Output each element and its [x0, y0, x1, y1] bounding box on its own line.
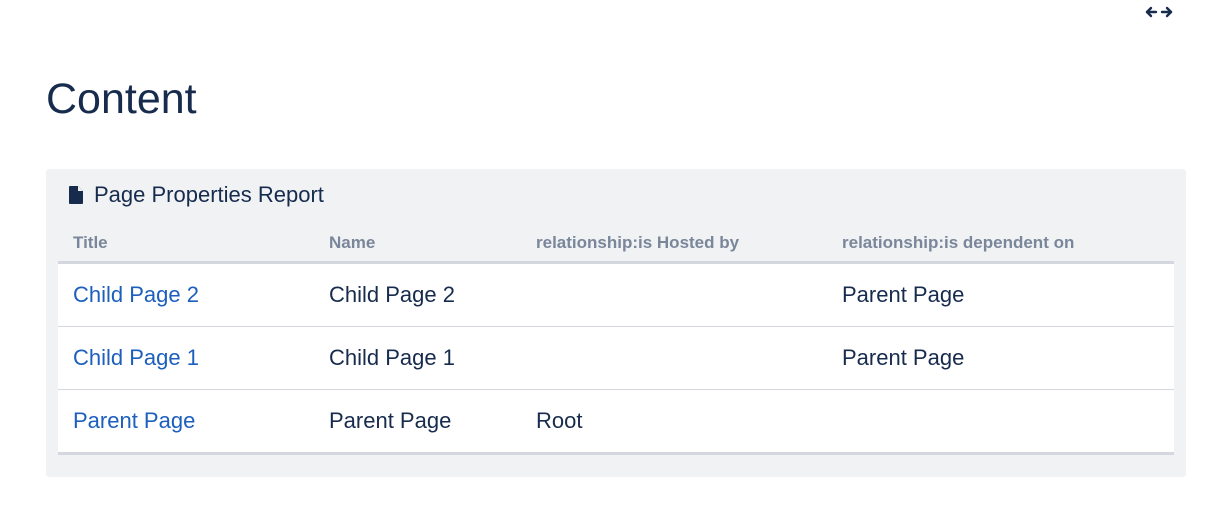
table-row: Parent Page Parent Page Root: [58, 389, 1174, 455]
page-link[interactable]: Child Page 1: [73, 345, 199, 370]
report-header: Page Properties Report: [68, 179, 324, 211]
title-cell: Parent Page: [58, 389, 314, 455]
hosted-by-cell: Root: [521, 389, 827, 455]
table-row: Child Page 1 Child Page 1 Parent Page: [58, 326, 1174, 390]
document-icon: [68, 186, 84, 204]
page-link[interactable]: Child Page 2: [73, 282, 199, 307]
hosted-by-cell: [521, 326, 827, 390]
page-properties-report: Page Properties Report Title Name relati…: [46, 169, 1186, 477]
report-title: Page Properties Report: [94, 182, 324, 207]
name-cell: Child Page 1: [314, 326, 521, 390]
table-header-row: Title Name relationship:is Hosted by rel…: [58, 225, 1174, 264]
page-link[interactable]: Parent Page: [73, 408, 195, 433]
name-cell: Child Page 2: [314, 262, 521, 327]
column-header-title[interactable]: Title: [58, 225, 314, 264]
title-cell: Child Page 2: [58, 262, 314, 327]
name-cell: Parent Page: [314, 389, 521, 455]
column-header-hosted-by[interactable]: relationship:is Hosted by: [521, 225, 827, 264]
title-cell: Child Page 1: [58, 326, 314, 390]
dependent-on-cell: [827, 389, 1174, 455]
dependent-on-cell: Parent Page: [827, 326, 1174, 390]
expand-width-icon[interactable]: [1145, 3, 1173, 21]
column-header-name[interactable]: Name: [314, 225, 521, 264]
hosted-by-cell: [521, 262, 827, 327]
dependent-on-cell: Parent Page: [827, 262, 1174, 327]
table-row: Child Page 2 Child Page 2 Parent Page: [58, 262, 1174, 327]
column-header-dependent-on[interactable]: relationship:is dependent on: [827, 225, 1174, 264]
page-title: Content: [46, 75, 197, 123]
report-table: Title Name relationship:is Hosted by rel…: [58, 225, 1174, 455]
page-root: Content Page Properties Report Title Nam…: [0, 0, 1215, 532]
